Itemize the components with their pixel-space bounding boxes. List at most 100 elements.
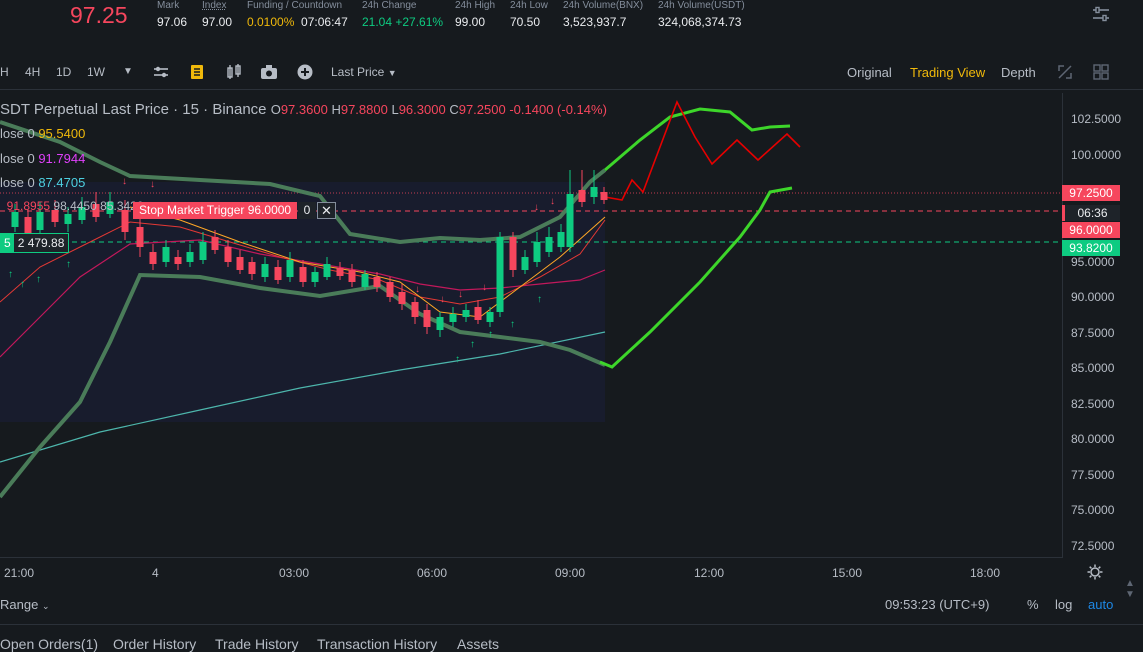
stat-24h-low: 24h Low 70.50 [510, 0, 548, 29]
range-select[interactable]: Range ⌄ [0, 597, 49, 612]
tab-assets[interactable]: Assets [457, 636, 499, 652]
log-toggle[interactable]: log [1055, 597, 1072, 612]
price-axis[interactable]: 102.5000 100.0000 95.0000 90.0000 87.500… [1062, 93, 1143, 558]
price-type-select[interactable]: Last Price ▼ [331, 65, 397, 79]
legend-ohlc: O97.3600 H97.8800 L96.3000 C97.2500 -0.1… [270, 102, 607, 117]
x-tick: 09:00 [555, 566, 586, 580]
x-tick: 4 [152, 566, 159, 580]
tab-trading-view[interactable]: Trading View [910, 65, 985, 80]
indicator-label: lose 0 [0, 126, 35, 141]
range-label: Range [0, 597, 39, 612]
close-icon[interactable]: ✕ [317, 202, 336, 219]
stat-value: 324,068,374.73 [658, 15, 742, 29]
candlestick [186, 252, 194, 262]
chevron-down-icon[interactable]: ▼ [123, 66, 133, 77]
time-axis[interactable]: 21:00 4 03:00 06:00 09:00 12:00 15:00 18… [0, 557, 1103, 586]
stat-value: 97.00 [202, 15, 233, 29]
fullscreen-icon[interactable] [1057, 64, 1073, 80]
candlestick [323, 264, 331, 277]
stat-label[interactable]: Index [202, 0, 232, 11]
stat-label: Mark [157, 0, 180, 11]
indicator-row-2[interactable]: lose 0 91.7944 [0, 151, 85, 166]
scroll-arrows-icon[interactable]: ▲ ▼ [1125, 578, 1143, 618]
x-tick: 18:00 [970, 566, 1001, 580]
ohlc-change: -0.1400 (-0.14%) [509, 102, 607, 117]
candlestick [248, 262, 256, 274]
ohlc-low: 96.3000 [398, 102, 446, 117]
stat-value: 21.04 +27.61% [362, 15, 444, 29]
candlestick [261, 264, 269, 277]
indicator-value: 91.7944 [38, 151, 86, 166]
stat-funding: Funding / Countdown 0.0100% 07:06:47 [247, 0, 348, 29]
camera-icon[interactable] [260, 63, 278, 81]
indicator-icon[interactable] [189, 63, 205, 81]
candlestick [136, 227, 144, 247]
candlestick [311, 272, 319, 282]
interval-1h[interactable]: H [0, 65, 9, 79]
position-tag-value: 2 479.88 [17, 236, 65, 250]
signal-down-icon: ↓ [482, 282, 487, 293]
tab-original[interactable]: Original [847, 65, 892, 80]
signal-down-icon: ↓ [150, 179, 155, 190]
candlestick [299, 267, 307, 282]
percent-toggle[interactable]: % [1027, 597, 1039, 612]
tab-open-orders[interactable]: Open Orders(1) [0, 636, 98, 652]
y-tick: 77.5000 [1071, 468, 1115, 482]
stat-index[interactable]: Index 97.00 [202, 0, 232, 29]
funding-rate: 0.0100% [247, 15, 295, 29]
price-tag-trigger: 96.0000 [1062, 222, 1120, 238]
grid-layout-icon[interactable] [1093, 64, 1109, 80]
interval-4h[interactable]: 4H [25, 65, 40, 79]
funding-countdown: 07:06:47 [301, 15, 348, 29]
y-tick: 90.0000 [1071, 290, 1115, 304]
candlestick [462, 310, 470, 317]
tab-depth[interactable]: Depth [1001, 65, 1036, 80]
bb-values: 91.8955 98.4450 85.3420 [6, 199, 144, 213]
y-tick: 85.0000 [1071, 361, 1115, 375]
tab-trade-history[interactable]: Trade History [215, 636, 299, 652]
sliders-icon[interactable] [1092, 5, 1110, 23]
interval-1d[interactable]: 1D [56, 65, 71, 79]
position-tag-left: 5 [1, 234, 14, 252]
signal-up-icon: ↑ [488, 329, 493, 340]
drawn-lower-projection [599, 186, 793, 369]
indicator-settings-icon[interactable] [152, 63, 170, 81]
signal-up-icon: ↑ [455, 354, 460, 365]
chart-legend: SDT Perpetual Last Price · 15 · Binance … [0, 101, 607, 118]
chevron-down-icon: ▼ [387, 68, 397, 78]
ticker-header: 97.25 Mark 97.06 Index 97.00 Funding / C… [0, 0, 1143, 50]
stat-24h-change: 24h Change 21.04 +27.61% [362, 0, 443, 29]
indicator-row-1[interactable]: lose 0 95.5400 [0, 126, 85, 141]
add-icon[interactable] [296, 63, 314, 81]
tab-order-history[interactable]: Order History [113, 636, 196, 652]
tab-transaction-history[interactable]: Transaction History [317, 636, 437, 652]
stat-label: 24h Volume(USDT) [658, 0, 745, 11]
stop-market-trigger[interactable]: Stop Market Trigger 96.0000 [133, 202, 298, 219]
ohlc-close: 97.2500 [458, 102, 506, 117]
stat-24h-volume-usdt: 24h Volume(USDT) 324,068,374.73 [658, 0, 745, 29]
indicator-row-3[interactable]: lose 0 87.4705 [0, 175, 85, 190]
stat-value-group: 0.0100% 07:06:47 [247, 15, 348, 29]
price-chart[interactable]: ↑ ↑ ↑ ↑ ↑ ↑ ↑ ↑ ↑ ↓ ↓ ↓ ↓ ↓ ↓ ↓ ↓ [0, 92, 1062, 557]
candlestick [361, 274, 369, 287]
candlestick [174, 257, 182, 264]
price-tag-last: 97.2500 [1062, 185, 1120, 201]
interval-1w[interactable]: 1W [87, 65, 105, 79]
stat-label: Funding / Countdown [247, 0, 343, 11]
candlestick [578, 190, 586, 202]
candlestick [348, 270, 356, 282]
candlestick [11, 212, 19, 227]
y-tick: 80.0000 [1071, 432, 1115, 446]
clock: 09:53:23 (UTC+9) [885, 597, 990, 612]
stat-label: 24h Low [510, 0, 548, 11]
candlestick [274, 267, 282, 280]
candlestick-icon[interactable] [225, 63, 243, 81]
candlestick [566, 194, 574, 247]
auto-toggle[interactable]: auto [1088, 597, 1113, 612]
x-tick: 03:00 [279, 566, 310, 580]
candlestick [557, 232, 565, 247]
candlestick [149, 252, 157, 264]
axis-settings-gear-icon[interactable] [1087, 564, 1103, 580]
y-tick: 87.5000 [1071, 326, 1115, 340]
order-tabs: Open Orders(1) Order History Trade Histo… [0, 624, 1143, 652]
